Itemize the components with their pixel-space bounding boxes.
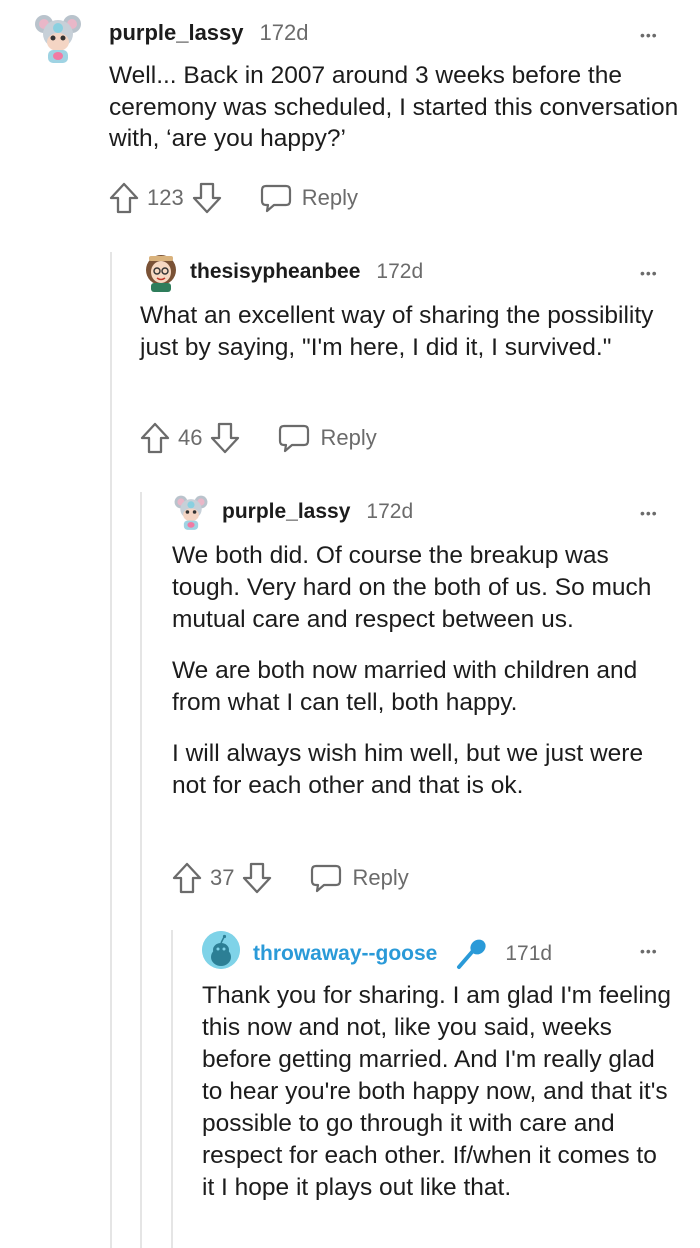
comment-age: 172d xyxy=(259,20,309,45)
koala-avatar-icon[interactable] xyxy=(34,10,82,66)
snoo-avatar-icon[interactable] xyxy=(202,931,240,969)
reply-button[interactable]: Reply xyxy=(260,183,358,213)
comment-age: 171d xyxy=(505,942,553,965)
reply-label: Reply xyxy=(301,185,358,210)
upvote-icon[interactable] xyxy=(172,862,202,894)
thread-line[interactable] xyxy=(171,930,173,1248)
upvote-icon[interactable] xyxy=(109,182,139,214)
thread-line[interactable] xyxy=(140,492,142,1248)
comment-text: Well... Back in 2007 around 3 weeks befo… xyxy=(109,62,679,152)
more-options-icon[interactable]: ••• xyxy=(640,28,658,42)
more-options-icon[interactable]: ••• xyxy=(640,944,658,958)
username[interactable]: thesisypheanbee xyxy=(190,260,360,284)
upvote-icon[interactable] xyxy=(140,422,170,454)
comment-text: I will always wish him well, but we just… xyxy=(172,740,644,799)
comment-text: What an excellent way of sharing the pos… xyxy=(140,302,654,361)
downvote-icon[interactable] xyxy=(192,182,222,214)
downvote-icon[interactable] xyxy=(242,862,272,894)
reply-label: Reply xyxy=(352,865,409,890)
koala-avatar-icon[interactable] xyxy=(173,492,209,532)
downvote-icon[interactable] xyxy=(210,422,240,454)
reply-label: Reply xyxy=(320,425,377,450)
vote-count: 46 xyxy=(178,425,203,450)
reply-button[interactable]: Reply xyxy=(310,863,409,893)
girl-avatar-icon[interactable] xyxy=(142,252,180,292)
reply-button[interactable]: Reply xyxy=(278,423,377,453)
vote-count: 123 xyxy=(147,185,184,210)
comment-bubble-icon xyxy=(310,863,342,893)
more-options-icon[interactable]: ••• xyxy=(640,266,658,280)
username[interactable]: purple_lassy xyxy=(222,500,350,524)
comment-bubble-icon xyxy=(278,423,310,453)
comment-age: 172d xyxy=(366,500,414,523)
comment-text: We both did. Of course the breakup was t… xyxy=(172,542,652,633)
thread-line[interactable] xyxy=(110,252,112,1248)
comment-age: 172d xyxy=(376,260,424,283)
more-options-icon[interactable]: ••• xyxy=(640,506,658,520)
vote-count: 37 xyxy=(210,865,235,890)
comment-text: We are both now married with children an… xyxy=(172,657,638,716)
microphone-icon xyxy=(455,938,489,970)
username[interactable]: purple_lassy xyxy=(109,20,244,46)
comment-text: Thank you for sharing. I am glad I'm fee… xyxy=(202,982,672,1201)
username[interactable]: throwaway--goose xyxy=(253,942,437,966)
comment-bubble-icon xyxy=(260,183,292,213)
